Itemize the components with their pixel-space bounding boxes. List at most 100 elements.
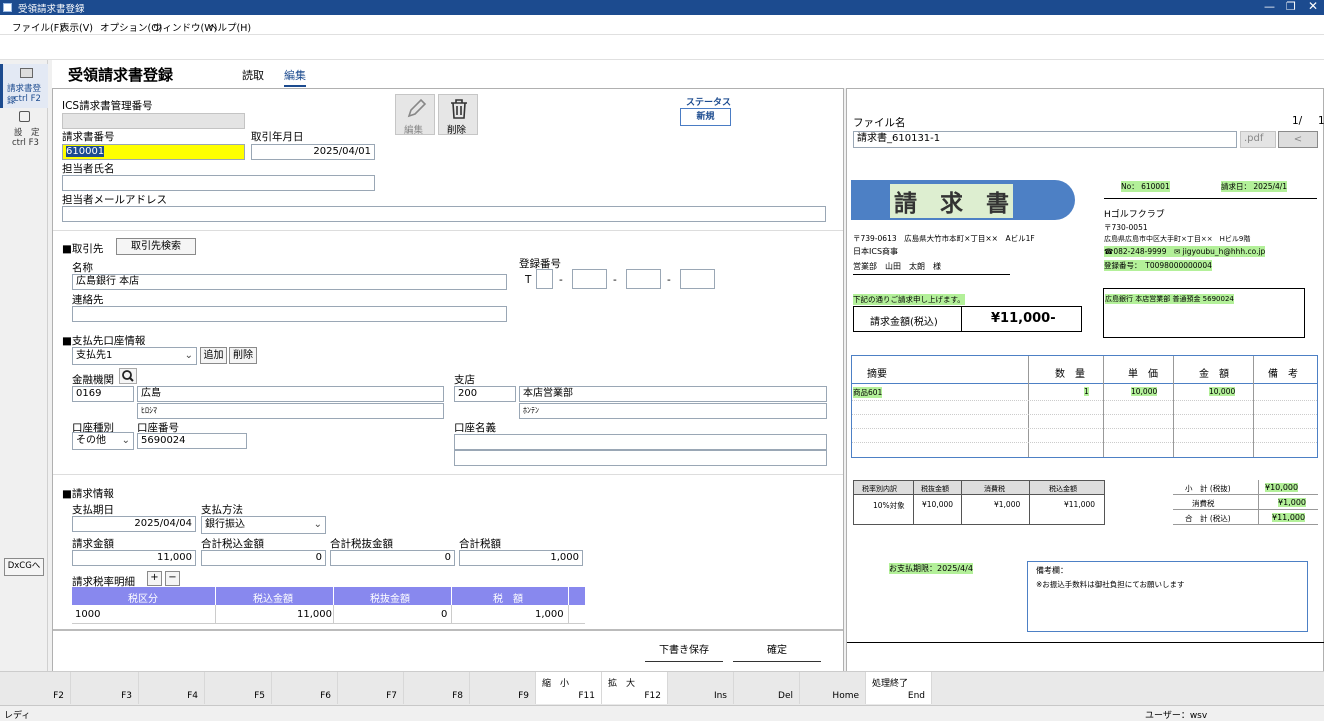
fkey-f12[interactable]: 拡 大 F12: [602, 672, 668, 704]
reg-no-field-3[interactable]: [626, 269, 661, 289]
fkey-f5[interactable]: F5: [206, 672, 272, 704]
account-section: ■支払先口座情報: [62, 335, 146, 347]
nav-invoice-register[interactable]: 請求書登録 ctrl F2: [0, 64, 48, 108]
doc-summary: 小 計 (税抜) ¥10,000 消費税 ¥1,000 合 計 (税込) ¥11…: [1173, 480, 1318, 525]
close-button[interactable]: ✕: [1308, 0, 1318, 13]
menu-help[interactable]: ヘルプ(H): [208, 20, 251, 34]
left-nav: 請求書登録 ctrl F2 設 定 ctrl F3 DxCGへ: [0, 60, 48, 672]
menu-file[interactable]: ファイル(F): [12, 20, 63, 34]
page-title: 受領請求書登録: [68, 66, 174, 84]
delete-tool-button[interactable]: 削除: [438, 94, 478, 136]
due-label: 支払期日: [72, 504, 114, 516]
fkey-f7[interactable]: F7: [338, 672, 404, 704]
reg-no-field-4[interactable]: [680, 269, 715, 289]
ics-no-label: ICS請求書管理番号: [62, 100, 153, 112]
bank-code-field[interactable]: 0169: [72, 386, 134, 402]
partner-contact-label: 連絡先: [72, 294, 104, 306]
fkey-del[interactable]: Del: [734, 672, 800, 704]
person-label: 担当者氏名: [62, 163, 115, 175]
incl-field[interactable]: 0: [201, 550, 326, 566]
ics-no-field[interactable]: [62, 113, 245, 129]
doc-title: 請 求 書: [890, 184, 1013, 218]
holder-field-1[interactable]: [454, 434, 827, 450]
document-icon: [20, 68, 33, 78]
tab-read[interactable]: 読取: [242, 67, 264, 83]
reg-no-field-1[interactable]: [536, 269, 553, 289]
table-row[interactable]: 1000 11,000 0 1,000: [72, 605, 585, 624]
branch-name-field[interactable]: 本店営業部: [519, 386, 827, 402]
date-label: 取引年月日: [251, 131, 304, 143]
branch-label: 支店: [454, 374, 475, 386]
chevron-down-icon: ⌄: [313, 519, 322, 530]
add-row-button[interactable]: +: [147, 571, 162, 586]
menu-view[interactable]: 表示(V): [60, 20, 93, 34]
account-delete-button[interactable]: 削除: [229, 347, 257, 364]
billing-section: ■請求情報: [62, 488, 114, 500]
form-panel: ICS請求書管理番号 請求書番号 610001 取引年月日 2025/04/01…: [52, 88, 844, 672]
incl-label: 合計税込金額: [201, 538, 264, 550]
maximize-button[interactable]: ❐: [1286, 0, 1296, 13]
page-header: 受領請求書登録 読取 編集: [52, 60, 1324, 88]
account-no-field[interactable]: 5690024: [137, 433, 247, 449]
status-bar: レディ ユーザー：wsv: [0, 705, 1324, 721]
edit-tool-button[interactable]: 編集: [395, 94, 435, 136]
file-label: ファイル名: [853, 117, 906, 129]
divider: [53, 474, 843, 475]
reg-no-field-2[interactable]: [572, 269, 607, 289]
bank-name-field[interactable]: 広島: [137, 386, 444, 402]
fkey-f9[interactable]: F9: [470, 672, 536, 704]
doc-bank-box: 広島銀行 本店営業部 普通預金 5690024: [1103, 288, 1305, 338]
method-select[interactable]: 銀行振込 ⌄: [201, 516, 326, 534]
tax-field[interactable]: 1,000: [459, 550, 583, 566]
bank-kana-field[interactable]: ﾋﾛｼﾏ: [137, 403, 444, 419]
fkey-f4[interactable]: F4: [139, 672, 205, 704]
toolbar-strip: [0, 35, 1324, 60]
search-icon[interactable]: [119, 368, 137, 384]
file-name-field[interactable]: 請求書_610131-1: [853, 131, 1237, 148]
fkey-f6[interactable]: F6: [272, 672, 338, 704]
fkey-home[interactable]: Home: [800, 672, 866, 704]
fkey-ins[interactable]: Ins: [668, 672, 734, 704]
holder-field-2[interactable]: [454, 450, 827, 466]
save-draft-button[interactable]: 下書き保存: [645, 642, 723, 662]
divider: [53, 629, 843, 631]
invoice-no-field[interactable]: 610001: [62, 144, 245, 160]
account-type-select[interactable]: その他 ⌄: [72, 432, 134, 450]
branch-kana-field[interactable]: ﾎﾝﾃﾝ: [519, 403, 827, 419]
confirm-button[interactable]: 確定: [733, 642, 821, 662]
partner-name-field[interactable]: 広島銀行 本店: [72, 274, 507, 290]
tax-detail-table: 税区分 税込金額 税抜金額 税 額 1000 11,000 0 1,000: [72, 587, 585, 624]
amount-field[interactable]: 11,000: [72, 550, 196, 566]
ext-field: .pdf: [1240, 131, 1276, 148]
partner-contact-field[interactable]: [72, 306, 507, 322]
date-field[interactable]: 2025/04/01: [251, 144, 375, 160]
excl-field[interactable]: 0: [330, 550, 455, 566]
mail-field[interactable]: [62, 206, 826, 222]
account-select[interactable]: 支払先1 ⌄: [72, 347, 197, 365]
dxcg-button[interactable]: DxCGへ: [4, 558, 44, 576]
person-field[interactable]: [62, 175, 375, 191]
nav-settings[interactable]: 設 定 ctrl F3: [0, 108, 48, 152]
remove-row-button[interactable]: −: [165, 571, 180, 586]
window-title: 受領請求書登録: [18, 4, 85, 15]
minimize-button[interactable]: —: [1264, 0, 1275, 13]
settings-icon: [19, 111, 30, 122]
tab-edit[interactable]: 編集: [284, 67, 306, 87]
amount-label: 請求金額: [72, 538, 114, 550]
branch-code-field[interactable]: 200: [454, 386, 516, 402]
fkey-f11[interactable]: 縮 小 F11: [536, 672, 602, 704]
doc-amount-box: 請求金額(税込) ¥11,000-: [853, 306, 1082, 332]
divider: [53, 230, 843, 231]
partner-search-button[interactable]: 取引先検索: [116, 238, 196, 255]
viewer-panel: ファイル名 1/ 1 請求書_610131-1 .pdf < 請 求 書 No：…: [846, 88, 1324, 672]
fkey-f3[interactable]: F3: [73, 672, 139, 704]
app-icon: [3, 3, 12, 12]
due-field[interactable]: 2025/04/04: [72, 516, 196, 532]
account-add-button[interactable]: 追加: [200, 347, 227, 364]
fkey-end[interactable]: 処理終了 End: [866, 672, 932, 704]
prev-page-button[interactable]: <: [1278, 131, 1318, 148]
doc-tax-table: 税率別内訳 税抜金額 消費税 税込金額 10%対象 ¥10,000 ¥1,000…: [853, 480, 1105, 525]
fkey-f2[interactable]: F2: [5, 672, 71, 704]
bank-label: 金融機関: [72, 374, 114, 386]
fkey-f8[interactable]: F8: [404, 672, 470, 704]
